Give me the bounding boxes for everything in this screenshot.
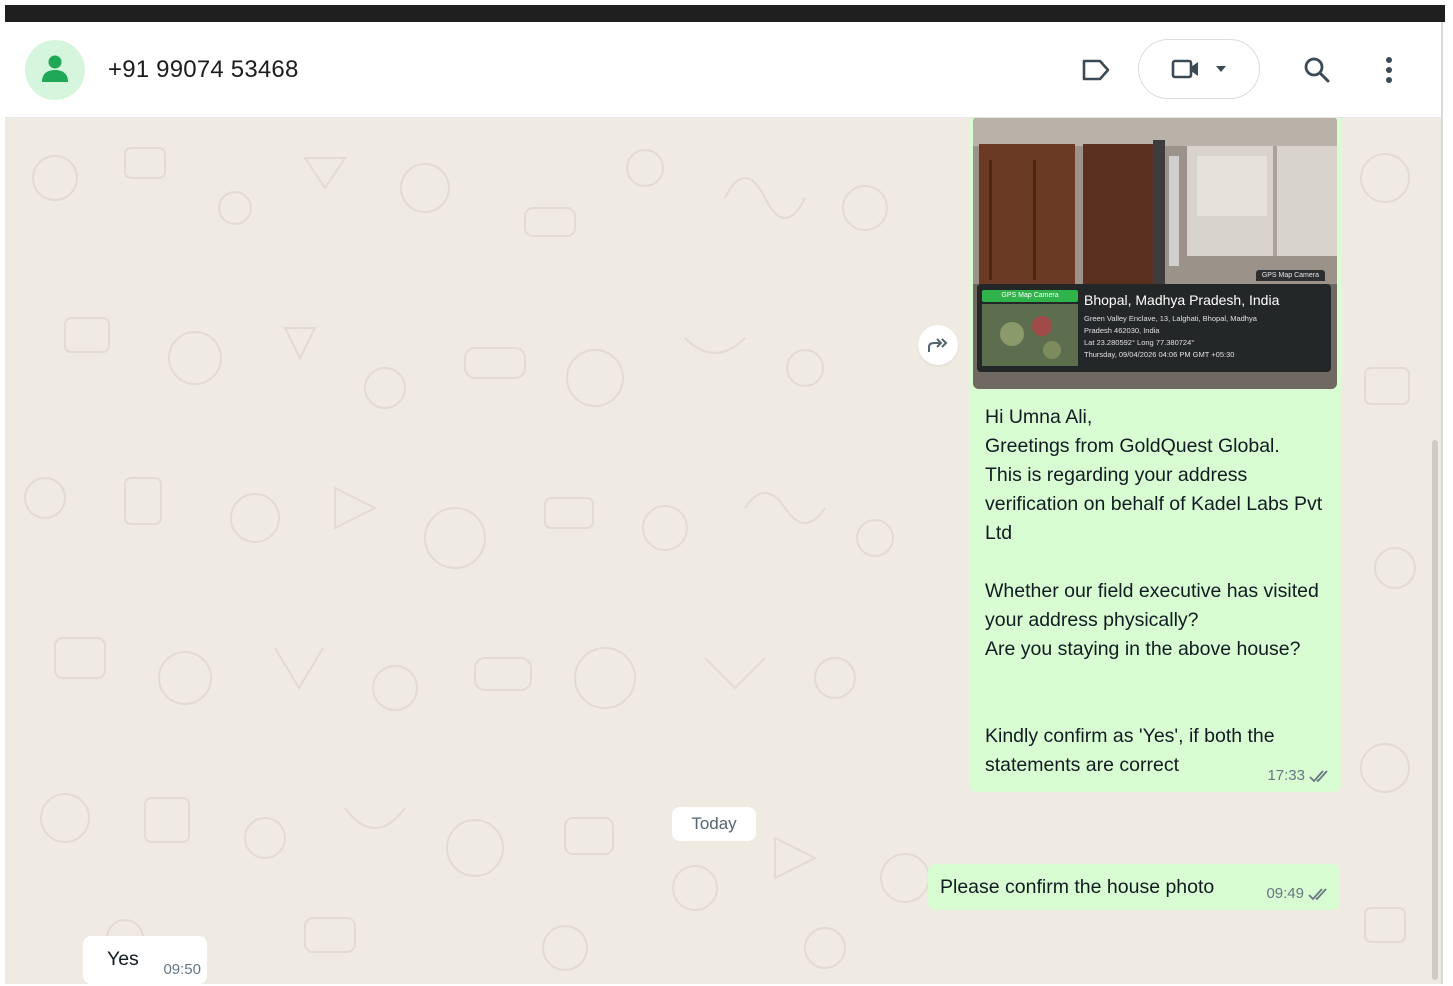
stamp-timestamp: Thursday, 09/04/2026 04:06 PM GMT +05:30	[1084, 350, 1235, 359]
video-call-icon	[1171, 59, 1198, 79]
date-divider: Today	[672, 807, 756, 841]
location-stamp: GPS Map Camera GPS Map Camera Bhopal, Ma…	[977, 270, 1331, 372]
window-top-strip	[0, 0, 1453, 22]
message-bubble-incoming[interactable]: Yes 09:50	[83, 936, 207, 984]
menu-button[interactable]	[1371, 52, 1407, 88]
message-bubble-outgoing[interactable]: Please confirm the house photo 09:49	[928, 864, 1340, 910]
message-text: Hi Umna Ali, Greetings from GoldQuest Gl…	[985, 406, 1323, 776]
label-icon	[1082, 59, 1110, 81]
chat-header: +91 99074 53468	[5, 22, 1441, 118]
person-icon	[42, 55, 68, 82]
double-check-icon	[1309, 769, 1328, 782]
forward-button[interactable]	[918, 325, 958, 365]
message-text: Please confirm the house photo	[940, 876, 1215, 898]
more-vertical-icon	[1386, 57, 1392, 83]
stamp-coordinates: Lat 23.280592° Long 77.380724°	[1084, 338, 1195, 347]
chevron-down-icon	[1216, 66, 1226, 72]
title-bar	[5, 5, 1445, 22]
search-icon	[1304, 57, 1330, 83]
avatar[interactable]	[25, 40, 85, 100]
message-time: 09:49	[1266, 885, 1304, 902]
double-check-icon	[1308, 887, 1327, 900]
chat-area[interactable]: GPS Map Camera GPS Map Camera Bhopal, Ma…	[5, 118, 1441, 984]
stamp-address-line-2: Pradesh 462030, India	[1084, 326, 1160, 335]
map-thumbnail-image	[982, 304, 1078, 366]
forward-icon	[928, 338, 948, 352]
stamp-top-label: GPS Map Camera	[1255, 270, 1325, 281]
stamp-badge: GPS Map Camera	[982, 290, 1078, 302]
map-thumbnail	[982, 304, 1078, 366]
video-call-button[interactable]	[1138, 39, 1260, 99]
message-bubble-outgoing[interactable]: GPS Map Camera GPS Map Camera Bhopal, Ma…	[969, 118, 1341, 792]
contact-name[interactable]: +91 99074 53468	[108, 56, 299, 84]
message-time: 17:33	[1267, 767, 1305, 784]
search-button[interactable]	[1299, 52, 1335, 88]
chat-window: +91 99074 53468 GPS Map Camera GPS Map C…	[5, 22, 1443, 984]
message-text: Yes	[107, 948, 139, 970]
chat-scrollbar[interactable]	[1432, 440, 1438, 980]
stamp-title: Bhopal, Madhya Pradesh, India	[1084, 292, 1280, 308]
message-time: 09:50	[163, 961, 201, 978]
message-meta: 17:33	[1267, 767, 1331, 784]
stamp-address-line-1: Green Valley Enclave, 13, Lalghati, Bhop…	[1084, 314, 1257, 323]
label-button[interactable]	[1078, 52, 1114, 88]
house-photo[interactable]: GPS Map Camera GPS Map Camera Bhopal, Ma…	[973, 118, 1337, 389]
message-meta: 09:49	[1266, 885, 1330, 902]
message-meta: 09:50	[163, 961, 201, 978]
